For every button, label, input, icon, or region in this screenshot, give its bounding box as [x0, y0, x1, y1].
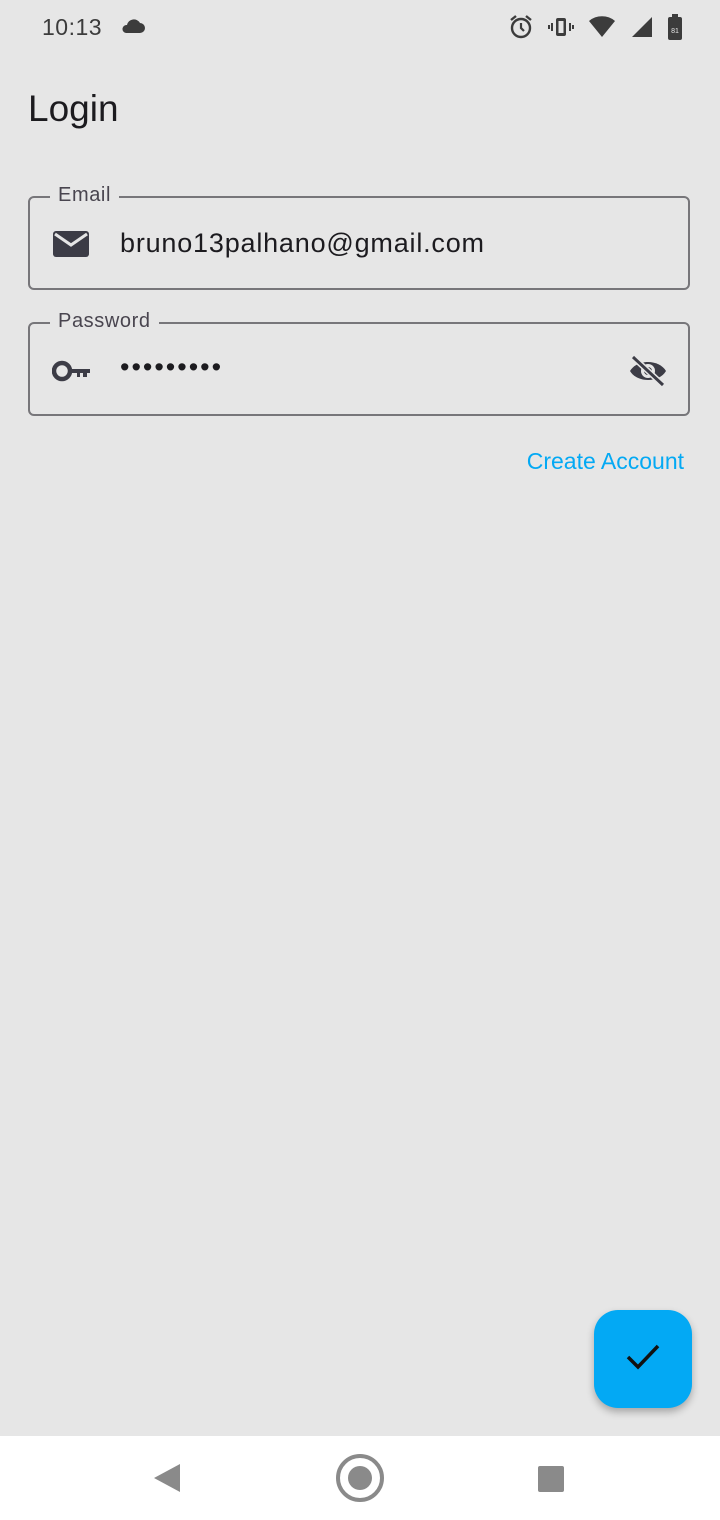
battery-text: 81	[671, 28, 679, 35]
status-bar: 10:13 81	[0, 0, 720, 56]
wifi-icon	[588, 15, 616, 44]
check-icon	[625, 1343, 661, 1376]
alarm-icon	[508, 14, 534, 45]
create-account-button[interactable]: Create Account	[527, 448, 684, 475]
email-field-value[interactable]: bruno13palhano@gmail.com	[120, 228, 485, 259]
email-field-label: Email	[50, 184, 120, 207]
status-icons: 81	[508, 14, 682, 45]
vibrate-icon	[548, 14, 574, 45]
password-field-label: Password	[50, 310, 159, 333]
email-icon	[52, 230, 90, 263]
key-icon	[51, 360, 92, 387]
status-time: 10:13	[42, 14, 103, 40]
home-icon[interactable]	[334, 1452, 386, 1509]
recents-icon[interactable]	[537, 1465, 565, 1498]
signal-icon	[630, 15, 654, 44]
visibility-off-icon[interactable]	[628, 354, 668, 393]
navigation-bar	[0, 1436, 720, 1520]
password-field-value[interactable]: •••••••••	[120, 352, 223, 383]
page-title: Login	[28, 88, 119, 129]
cloud-icon	[120, 16, 146, 41]
battery-icon: 81	[668, 14, 682, 45]
email-field[interactable]: Email bruno13palhano@gmail.com	[28, 184, 690, 290]
confirm-fab[interactable]	[594, 1310, 692, 1408]
back-icon[interactable]	[152, 1454, 182, 1507]
password-field[interactable]: Password •••••••••	[28, 310, 690, 416]
